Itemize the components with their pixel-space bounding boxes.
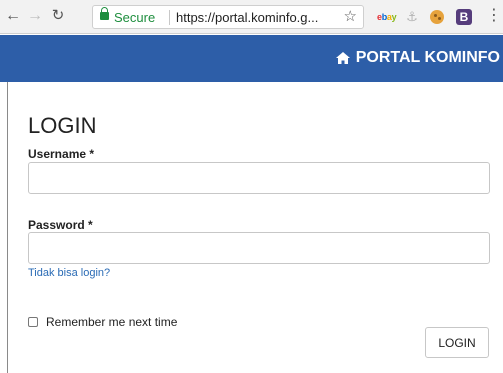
- reload-icon[interactable]: ↻: [49, 7, 67, 25]
- content-border: [7, 82, 8, 373]
- page-title: LOGIN: [28, 113, 97, 138]
- secure-label: Secure: [114, 10, 156, 25]
- brand-link[interactable]: PORTAL KOMINFO: [335, 49, 500, 67]
- username-input[interactable]: [28, 162, 490, 194]
- lock-icon: [100, 7, 109, 20]
- browser-menu-icon[interactable]: ⋮: [486, 7, 502, 25]
- login-button[interactable]: LOGIN: [425, 327, 489, 358]
- cookie-icon[interactable]: [430, 10, 444, 24]
- home-icon: [335, 52, 350, 64]
- forward-arrow-icon[interactable]: →: [26, 7, 44, 25]
- bookmark-star-icon[interactable]: ☆: [344, 7, 357, 25]
- remember-checkbox[interactable]: [28, 317, 38, 327]
- back-arrow-icon[interactable]: ←: [4, 7, 22, 25]
- brand-title: PORTAL KOMINFO: [355, 49, 500, 66]
- forgot-login-link[interactable]: Tidak bisa login?: [28, 267, 110, 279]
- bootstrap-icon[interactable]: B: [456, 9, 472, 25]
- remember-label: Remember me next time: [46, 315, 178, 329]
- address-divider: [169, 10, 170, 25]
- remember-me[interactable]: Remember me next time: [28, 315, 177, 329]
- ebay-icon[interactable]: ebay: [377, 9, 397, 25]
- ship-icon[interactable]: ⚓: [405, 9, 419, 25]
- browser-toolbar: ← → ↻ Secure https://portal.kominfo.g...…: [0, 0, 503, 34]
- site-header: PORTAL KOMINFO: [0, 35, 503, 82]
- address-bar[interactable]: Secure https://portal.kominfo.g... ☆: [92, 5, 364, 29]
- password-input[interactable]: [28, 232, 490, 264]
- url-text[interactable]: https://portal.kominfo.g...: [176, 10, 318, 25]
- password-label: Password *: [28, 218, 93, 232]
- username-label: Username *: [28, 147, 95, 161]
